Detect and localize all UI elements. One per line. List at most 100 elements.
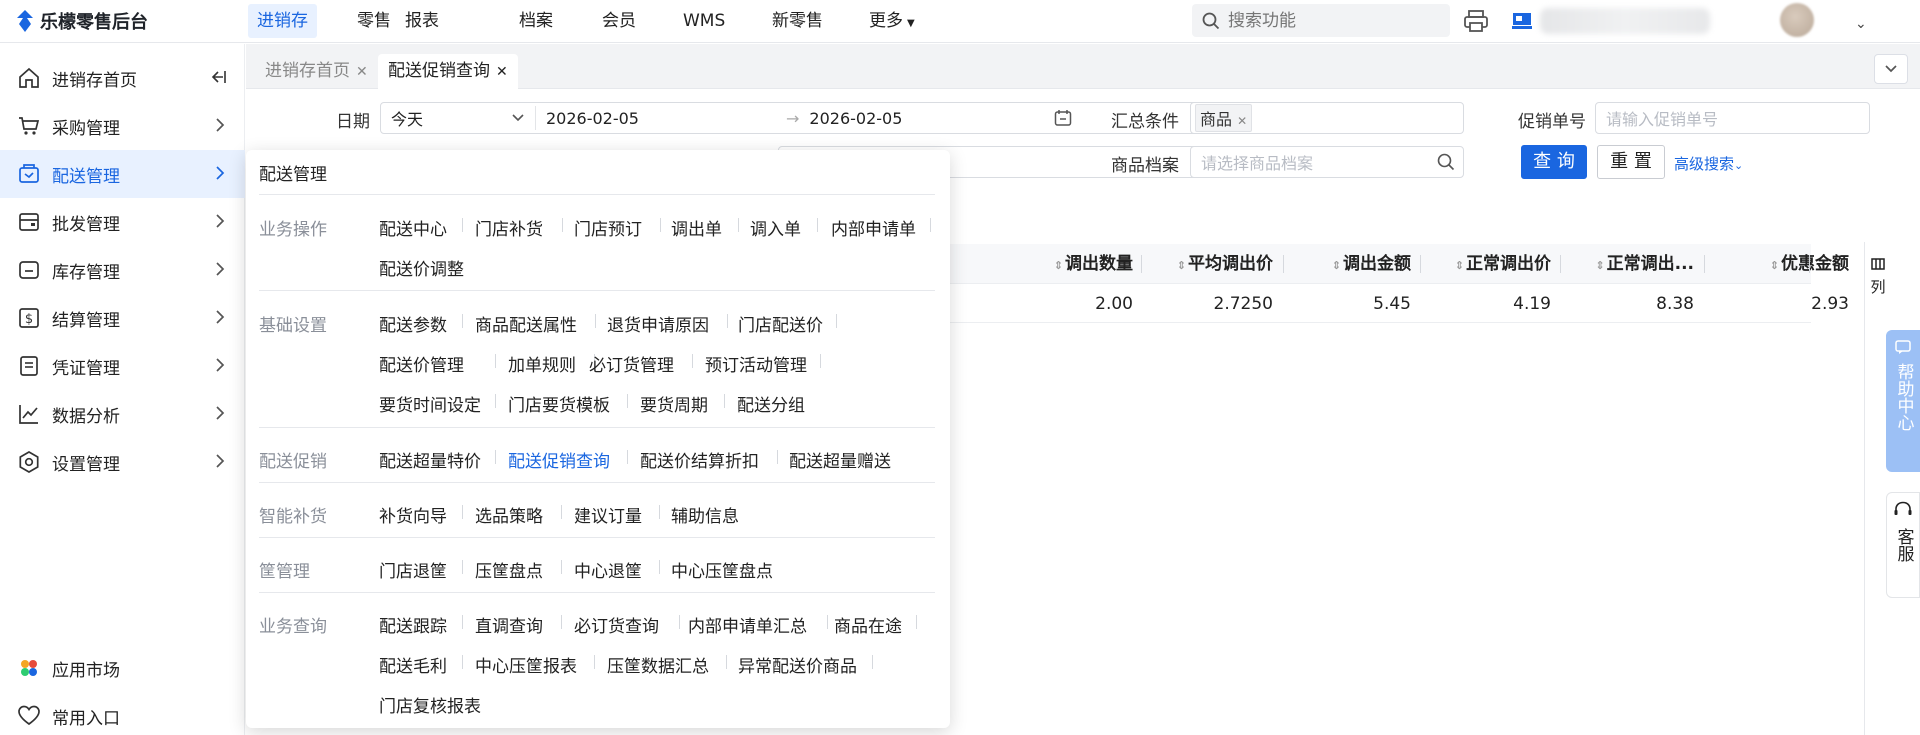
menu-link[interactable]: 配送参数 — [379, 311, 447, 336]
query-button[interactable]: 查 询 — [1521, 145, 1587, 179]
sidebar-item-settlement[interactable]: $ 结算管理 — [0, 294, 245, 342]
menu-link[interactable]: 配送跟踪 — [379, 612, 447, 637]
menu-link-active[interactable]: 配送促销查询 — [508, 447, 610, 472]
sidebar-item-settings[interactable]: 设置管理 — [0, 438, 245, 486]
menu-link[interactable]: 内部申请单 — [831, 215, 916, 240]
advanced-search-link[interactable]: 高级搜索⌄ — [1674, 153, 1743, 174]
menu-link[interactable]: 辅助信息 — [671, 502, 739, 527]
brand[interactable]: 乐檬零售后台 — [16, 9, 148, 33]
menu-link[interactable]: 配送超量赠送 — [789, 447, 891, 472]
menu-link[interactable]: 配送中心 — [379, 215, 447, 240]
menu-link[interactable]: 配送价调整 — [379, 255, 464, 280]
nav-new-retail[interactable]: 新零售 — [763, 4, 832, 38]
tab-home[interactable]: 进销存首页 ✕ — [255, 54, 378, 89]
sort-icon[interactable]: ⇕ — [1177, 259, 1186, 272]
date-preset-select[interactable]: 今天 — [381, 106, 501, 130]
menu-link[interactable]: 调入单 — [750, 215, 801, 240]
nav-jinxiaocun[interactable]: 进销存 — [248, 4, 317, 38]
sidebar-item-home[interactable]: 进销存首页 — [0, 54, 245, 102]
menu-link[interactable]: 压筐数据汇总 — [607, 652, 709, 677]
search-box[interactable] — [1192, 4, 1450, 37]
menu-link[interactable]: 配送超量特价 — [379, 447, 481, 472]
close-icon[interactable]: ✕ — [356, 64, 368, 80]
sidebar-item-analytics[interactable]: 数据分析 — [0, 390, 245, 438]
nav-wms[interactable]: WMS — [674, 4, 734, 38]
sidebar-item-favorites[interactable]: 常用入口 — [0, 692, 245, 735]
menu-link[interactable]: 建议订量 — [574, 502, 642, 527]
menu-link[interactable]: 必订货管理 — [589, 351, 674, 376]
column-header-out-qty[interactable]: ⇕ 调出数量 — [996, 244, 1133, 284]
column-header-out-amount[interactable]: ⇕ 调出金额 — [1283, 244, 1411, 284]
column-header-normal-price[interactable]: ⇕ 正常调出价 — [1420, 244, 1551, 284]
collapse-sidebar-icon[interactable] — [209, 68, 227, 86]
chevron-down-icon[interactable]: ⌄ — [1855, 16, 1867, 32]
product-field[interactable]: 请选择商品档案 — [1190, 146, 1464, 178]
menu-link[interactable]: 必订货查询 — [574, 612, 659, 637]
sidebar-item-voucher[interactable]: 凭证管理 — [0, 342, 245, 390]
menu-link[interactable]: 直调查询 — [475, 612, 543, 637]
nav-archive[interactable]: 档案 — [510, 4, 562, 38]
menu-link[interactable]: 异常配送价商品 — [738, 652, 857, 677]
sort-icon[interactable]: ⇕ — [1770, 259, 1779, 272]
sidebar-item-app-market[interactable]: 应用市场 — [0, 644, 245, 692]
menu-link[interactable]: 退货申请原因 — [607, 311, 709, 336]
printer-icon[interactable] — [1463, 9, 1489, 33]
menu-link[interactable]: 中心退筐 — [574, 557, 642, 582]
sidebar-item-purchase[interactable]: 采购管理 — [0, 102, 245, 150]
menu-link[interactable]: 门店要货模板 — [508, 391, 610, 416]
summary-select[interactable]: 商品 ✕ — [1190, 102, 1464, 134]
search-input[interactable] — [1228, 10, 1428, 31]
nav-retail[interactable]: 零售 — [348, 4, 400, 38]
user-name-blurred[interactable] — [1540, 8, 1710, 34]
date-start-input[interactable]: 2026-02-05 — [536, 109, 786, 128]
menu-link[interactable]: 门店复核报表 — [379, 692, 481, 717]
menu-link[interactable]: 要货时间设定 — [379, 391, 481, 416]
nav-reports[interactable]: 报表 — [396, 4, 448, 38]
close-icon[interactable]: ✕ — [496, 64, 508, 80]
sidebar-item-delivery[interactable]: 配送管理 — [0, 150, 245, 198]
column-header-avg-price[interactable]: ⇕ 平均调出价 — [1141, 244, 1273, 284]
column-header-discount[interactable]: ⇕ 优惠金额 — [1704, 244, 1849, 284]
help-center-button[interactable]: 帮助中心 — [1886, 330, 1920, 472]
menu-link[interactable]: 门店补货 — [475, 215, 543, 240]
menu-link[interactable]: 配送分组 — [737, 391, 805, 416]
menu-link[interactable]: 中心压筐盘点 — [671, 557, 773, 582]
column-settings-button[interactable]: 列 — [1866, 254, 1890, 298]
tab-promo-query[interactable]: 配送促销查询 ✕ — [378, 54, 518, 89]
menu-link[interactable]: 内部申请单汇总 — [688, 612, 807, 637]
menu-link[interactable]: 调出单 — [671, 215, 722, 240]
close-icon[interactable]: ✕ — [1237, 114, 1247, 128]
reset-button[interactable]: 重 置 — [1597, 145, 1665, 179]
store-icon[interactable] — [1512, 12, 1532, 30]
customer-service-button[interactable]: 客服 — [1886, 492, 1920, 598]
calendar-icon[interactable] — [1054, 109, 1072, 127]
menu-link[interactable]: 预订活动管理 — [705, 351, 807, 376]
promo-no-field[interactable]: 请输入促销单号 — [1595, 102, 1870, 134]
nav-more[interactable]: 更多 ▼ — [860, 4, 924, 38]
column-separator[interactable] — [1809, 255, 1810, 273]
menu-link[interactable]: 选品策略 — [475, 502, 543, 527]
menu-link[interactable]: 门店退筐 — [379, 557, 447, 582]
sort-icon[interactable]: ⇕ — [1054, 259, 1063, 272]
avatar[interactable] — [1780, 3, 1814, 37]
search-icon[interactable] — [1437, 153, 1455, 171]
nav-member[interactable]: 会员 — [593, 4, 645, 38]
sort-icon[interactable]: ⇕ — [1455, 259, 1464, 272]
menu-link[interactable]: 门店配送价 — [738, 311, 823, 336]
sidebar-item-inventory[interactable]: 库存管理 — [0, 246, 245, 294]
sort-icon[interactable]: ⇕ — [1332, 259, 1341, 272]
summary-tag[interactable]: 商品 ✕ — [1195, 104, 1253, 132]
menu-link[interactable]: 商品配送属性 — [475, 311, 577, 336]
menu-link[interactable]: 配送价管理 — [379, 351, 464, 376]
menu-link[interactable]: 补货向导 — [379, 502, 447, 527]
menu-link[interactable]: 门店预订 — [574, 215, 642, 240]
menu-link[interactable]: 加单规则 — [508, 351, 576, 376]
tab-dropdown-button[interactable] — [1874, 54, 1908, 84]
menu-link[interactable]: 中心压筐报表 — [475, 652, 577, 677]
menu-link[interactable]: 配送价结算折扣 — [640, 447, 759, 472]
date-end-input[interactable]: 2026-02-05 — [809, 109, 1054, 128]
sidebar-item-wholesale[interactable]: 批发管理 — [0, 198, 245, 246]
menu-link[interactable]: 要货周期 — [640, 391, 708, 416]
column-header-normal-amount[interactable]: ⇕ 正常调出... — [1560, 244, 1694, 284]
sort-icon[interactable]: ⇕ — [1595, 259, 1604, 272]
